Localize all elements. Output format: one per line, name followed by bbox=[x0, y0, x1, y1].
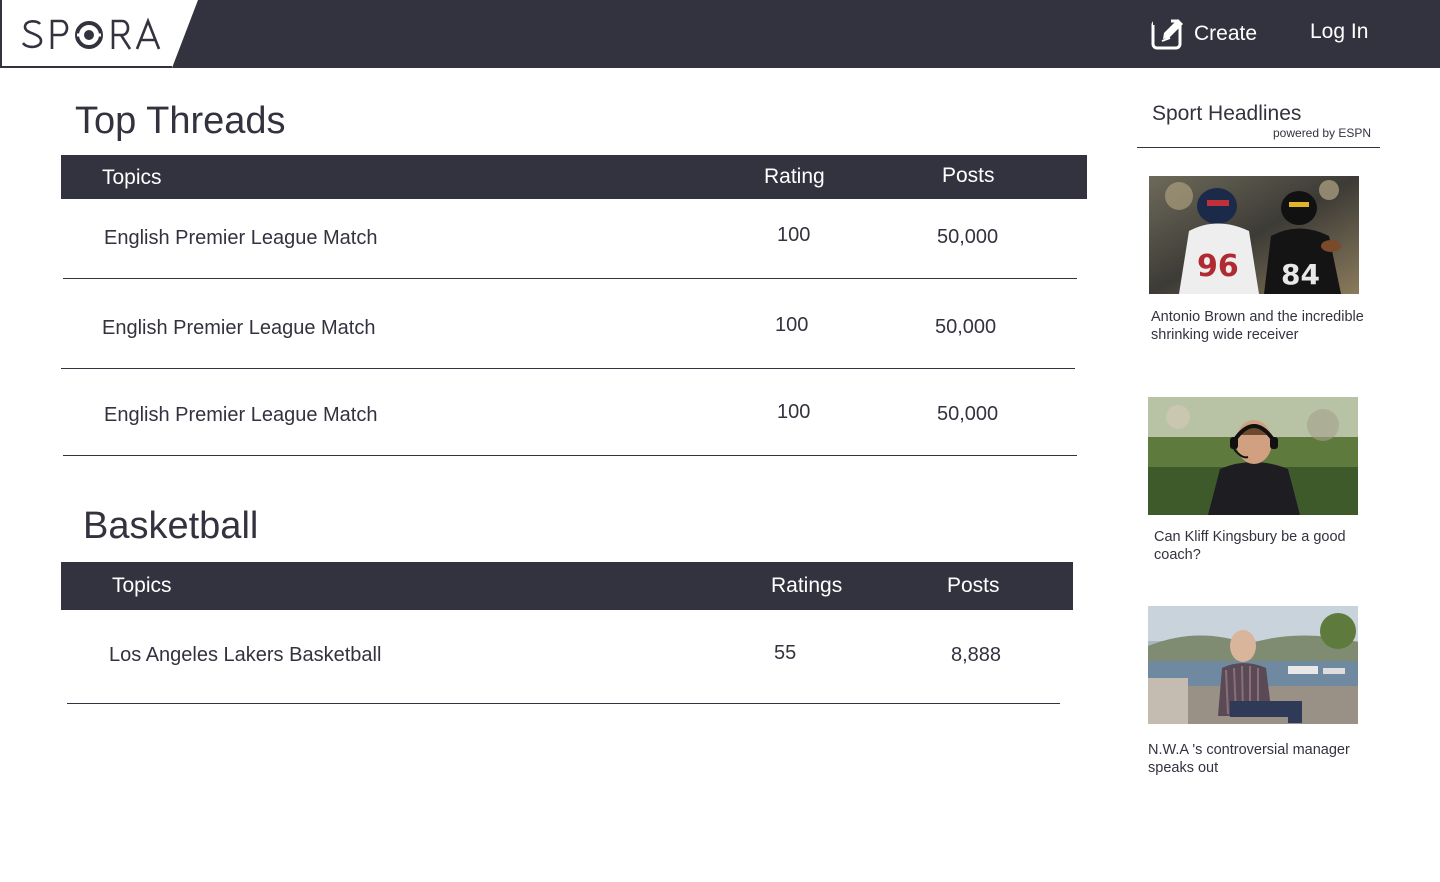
row-topic[interactable]: Los Angeles Lakers Basketball bbox=[109, 644, 381, 667]
row-divider bbox=[67, 703, 1060, 704]
row-posts: 8,888 bbox=[951, 644, 1002, 666]
row-rating: 100 bbox=[775, 314, 809, 336]
column-header-ratings[interactable]: Ratings bbox=[771, 574, 842, 598]
news-caption[interactable]: Antonio Brown and the incredible shrinki… bbox=[1151, 308, 1366, 344]
column-header-posts[interactable]: Posts bbox=[947, 574, 1000, 598]
column-header-posts[interactable]: Posts bbox=[942, 164, 995, 188]
news-photo: 96 84 bbox=[1149, 176, 1359, 294]
login-button[interactable]: Log In bbox=[1310, 20, 1368, 44]
svg-text:84: 84 bbox=[1281, 258, 1320, 291]
row-topic[interactable]: English Premier League Match bbox=[102, 317, 375, 340]
news-photo bbox=[1148, 606, 1358, 724]
create-label: Create bbox=[1194, 22, 1258, 45]
sidebar-divider bbox=[1137, 147, 1380, 148]
basketball-table-header: Topics Ratings Posts bbox=[61, 562, 1073, 610]
news-caption[interactable]: N.W.A 's controversial manager speaks ou… bbox=[1148, 741, 1363, 777]
svg-text:96: 96 bbox=[1197, 249, 1239, 284]
news-caption[interactable]: Can Kliff Kingsbury be a good coach? bbox=[1154, 528, 1369, 564]
row-rating: 100 bbox=[777, 224, 811, 246]
spora-logo-icon bbox=[21, 17, 161, 50]
powered-by-label: powered by ESPN bbox=[1273, 126, 1372, 140]
sidebar-title: Sport Headlines bbox=[1152, 102, 1302, 125]
column-header-topics[interactable]: Topics bbox=[102, 166, 162, 190]
logo[interactable] bbox=[0, 0, 198, 68]
row-topic[interactable]: English Premier League Match bbox=[104, 227, 377, 250]
news-photo bbox=[1148, 397, 1358, 515]
row-posts: 50,000 bbox=[937, 403, 999, 425]
news-image-football[interactable]: 96 84 bbox=[1149, 176, 1359, 294]
basketball-title: Basketball bbox=[83, 505, 259, 547]
news-image-coach[interactable] bbox=[1148, 397, 1358, 515]
row-rating: 100 bbox=[777, 401, 811, 423]
row-posts: 50,000 bbox=[935, 316, 997, 338]
row-rating: 55 bbox=[774, 642, 797, 664]
create-button[interactable]: Create bbox=[1150, 16, 1257, 52]
row-topic[interactable]: English Premier League Match bbox=[104, 404, 377, 427]
column-header-rating[interactable]: Rating bbox=[764, 165, 825, 189]
edit-icon bbox=[1151, 19, 1183, 50]
top-threads-title: Top Threads bbox=[75, 100, 286, 142]
row-divider bbox=[63, 455, 1077, 456]
news-image-manager[interactable] bbox=[1148, 606, 1358, 724]
row-divider bbox=[63, 278, 1077, 279]
top-threads-table-header: Topics Rating Posts bbox=[61, 155, 1087, 199]
column-header-topics[interactable]: Topics bbox=[112, 574, 172, 598]
row-posts: 50,000 bbox=[937, 226, 999, 248]
top-navbar: Create Log In bbox=[0, 0, 1440, 68]
row-divider bbox=[61, 368, 1075, 369]
